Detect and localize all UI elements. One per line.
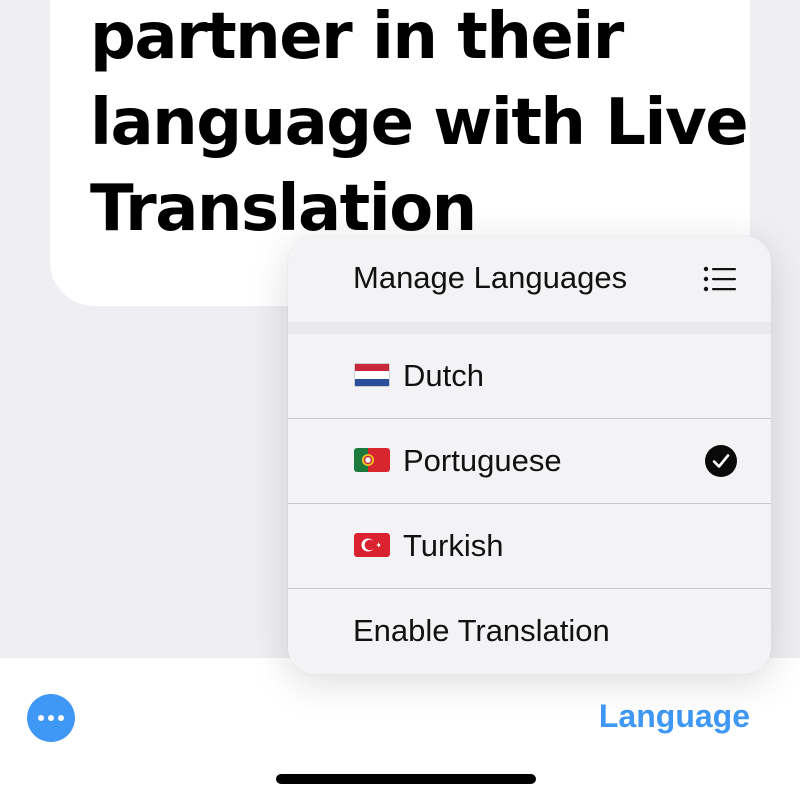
manage-languages-label: Manage Languages [353, 260, 628, 295]
home-indicator [276, 774, 536, 784]
language-label-dutch: Dutch [403, 358, 484, 393]
language-label-turkish: Turkish [403, 528, 504, 563]
enable-translation-label: Enable Translation [353, 613, 610, 648]
screen: partner in their language with Live Tran… [0, 0, 800, 800]
language-item-portuguese[interactable]: Portuguese [288, 419, 771, 503]
card-headline-line-1: partner in their [90, 0, 624, 74]
manage-languages-item[interactable]: Manage Languages [288, 236, 771, 322]
portugal-flag-icon [354, 448, 390, 472]
card-headline-line-2: language with Live [90, 86, 749, 160]
ellipsis-icon [38, 715, 44, 721]
list-icon [703, 266, 736, 292]
menu-section-gap [288, 322, 771, 334]
checkmark-circle-icon [705, 445, 737, 477]
language-button[interactable]: Language [599, 696, 750, 736]
more-button[interactable] [27, 694, 75, 742]
language-menu: Manage Languages Dutch Portuguese Turkis… [288, 236, 771, 674]
ellipsis-icon [58, 715, 64, 721]
netherlands-flag-icon [354, 363, 390, 387]
language-item-dutch[interactable]: Dutch [288, 334, 771, 418]
ellipsis-icon [48, 715, 54, 721]
turkey-flag-icon [354, 533, 390, 557]
language-item-turkish[interactable]: Turkish [288, 504, 771, 588]
language-label-portuguese: Portuguese [403, 443, 562, 478]
card-headline: partner in their language with Live Tran… [90, 0, 749, 252]
enable-translation-item[interactable]: Enable Translation [288, 589, 771, 673]
